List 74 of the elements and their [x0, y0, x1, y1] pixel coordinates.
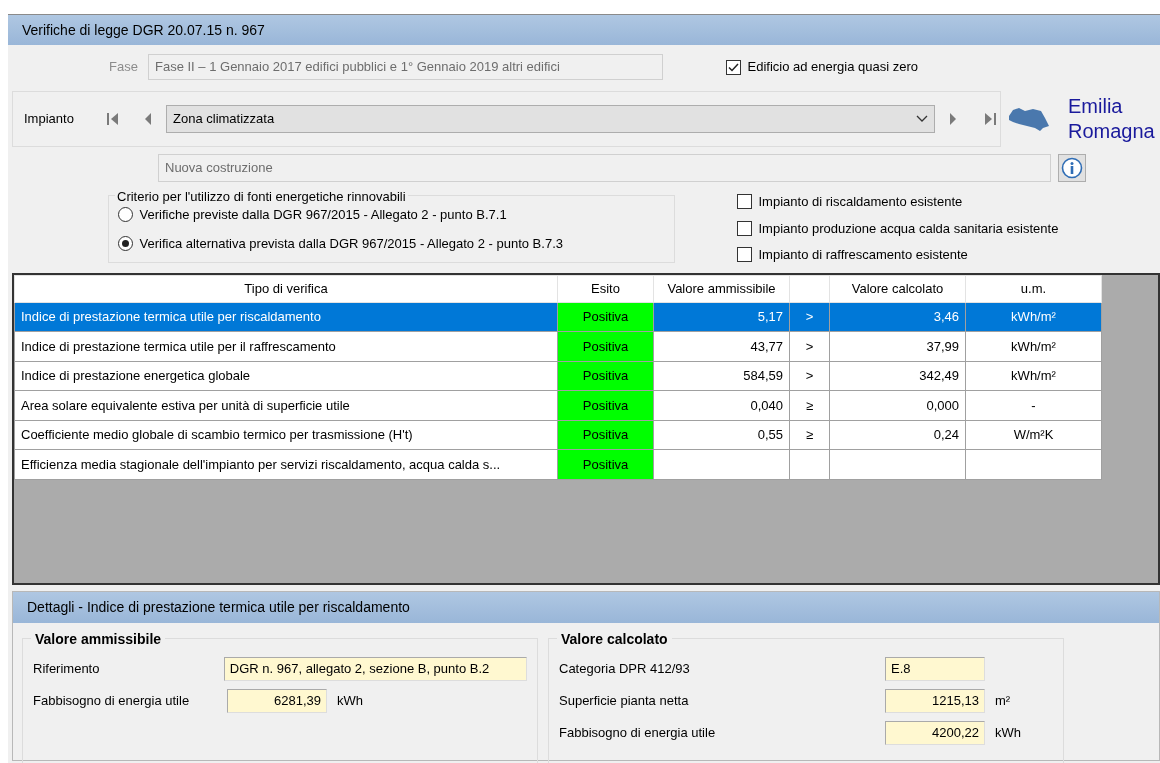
table-cell: ≥: [789, 390, 830, 420]
field-label: Fase: [108, 58, 139, 77]
checkbox[interactable]: [737, 247, 752, 263]
checkbox-label: Impianto produzione acqua calda sanitaria esistente: [758, 219, 1059, 238]
table-cell: 0,55: [653, 420, 790, 450]
table-cell: Indice di prestazione termica utile per il raffrescamento: [14, 331, 558, 361]
window-title: Verifiche di legge DGR 20.07.15 n. 967: [8, 14, 1160, 45]
unit-label: kWh: [995, 723, 1021, 742]
table-cell: 37,99: [829, 331, 966, 361]
table-cell: kWh/m²: [965, 302, 1102, 332]
region-map-icon: [1007, 106, 1051, 132]
column-header: Esito: [557, 275, 654, 302]
checkbox[interactable]: [726, 59, 741, 75]
radio-label: Verifiche previste dalla DGR 967/2015 - Allegato 2 - punto B.7.1: [139, 206, 507, 224]
table-cell: Area solare equivalente estiva per unità di superficie utile: [14, 390, 558, 420]
first-record-icon[interactable]: [106, 112, 120, 126]
field-label: Categoria DPR 412/93: [559, 659, 691, 678]
status-cell: Positiva: [557, 420, 654, 450]
last-record-icon[interactable]: [983, 112, 997, 126]
table-cell: kWh/m²: [965, 331, 1102, 361]
field-label: Superficie pianta netta: [559, 691, 690, 710]
table-cell: 0,24: [829, 420, 966, 450]
table-cell: 0,000: [829, 390, 966, 420]
field-label: Fabbisogno di energia utile: [33, 691, 191, 710]
value-field: DGR n. 967, allegato 2, sezione B, punto B.2: [223, 656, 527, 681]
table-cell: >: [789, 361, 830, 391]
table-cell: 3,46: [829, 302, 966, 332]
value-field: 6281,39: [227, 688, 327, 713]
column-header: u.m.: [965, 275, 1102, 302]
table-cell: -: [965, 390, 1102, 420]
table-cell: ≥: [789, 420, 830, 450]
table-cell: 5,17: [653, 302, 790, 332]
value-field: 4200,22: [885, 720, 985, 745]
table-cell: 0,040: [653, 390, 790, 420]
checkbox[interactable]: [737, 220, 752, 236]
previous-icon[interactable]: [144, 112, 152, 126]
checkbox[interactable]: [737, 194, 752, 210]
value-field: E.8: [885, 656, 985, 681]
unit-label: kWh: [337, 691, 363, 710]
table-cell: 584,59: [653, 361, 790, 391]
status-cell: Positiva: [557, 390, 654, 420]
panel-title: Dettagli - Indice di prestazione termica utile per riscaldamento: [13, 591, 1159, 623]
column-header: Tipo di verifica: [14, 275, 558, 302]
value-field: 1215,13: [885, 688, 985, 713]
status-cell: Positiva: [557, 449, 654, 479]
table-cell: 342,49: [829, 361, 966, 391]
plant-dropdown[interactable]: Zona climatizzata: [166, 105, 935, 133]
table-cell: Indice di prestazione energetica globale: [14, 361, 558, 391]
radio-button[interactable]: [118, 207, 133, 223]
checkbox-label: Impianto di raffrescamento esistente: [758, 246, 968, 264]
checkbox-label: Edificio ad energia quasi zero: [747, 58, 919, 77]
info-button[interactable]: [1058, 154, 1086, 182]
table-cell: Coefficiente medio globale di scambio termico per trasmissione (H't): [14, 420, 558, 450]
field-label: Impianto: [24, 110, 75, 129]
column-header: Valore ammissibile: [653, 275, 790, 302]
table-cell: 43,77: [653, 331, 790, 361]
radio-label: Verifica alternativa prevista dalla DGR 967/2015 - Allegato 2 - punto B.7.3: [139, 234, 563, 253]
status-cell: Positiva: [557, 331, 654, 361]
radio-button[interactable]: [118, 235, 133, 251]
unit-label: m²: [995, 691, 1011, 710]
table-cell: kWh/m²: [965, 361, 1102, 391]
status-cell: Positiva: [557, 361, 654, 391]
table-cell: >: [789, 331, 830, 361]
table-cell: Indice di prestazione termica utile per riscaldamento: [14, 302, 558, 332]
table-cell: W/m²K: [965, 420, 1102, 450]
caret-icon[interactable]: [916, 115, 928, 123]
next-icon[interactable]: [949, 112, 957, 126]
field-label: Riferimento: [33, 659, 101, 678]
column-header: Valore calcolato: [829, 275, 966, 302]
region-name: Emilia Romagna: [1068, 94, 1156, 144]
table-cell: Efficienza media stagionale dell'impianto per servizi riscaldamento, acqua calda s...: [14, 449, 558, 479]
status-cell: Positiva: [557, 302, 654, 332]
checkbox-label: Impianto di riscaldamento esistente: [758, 193, 963, 211]
field-label: Fabbisogno di energia utile: [559, 723, 717, 742]
